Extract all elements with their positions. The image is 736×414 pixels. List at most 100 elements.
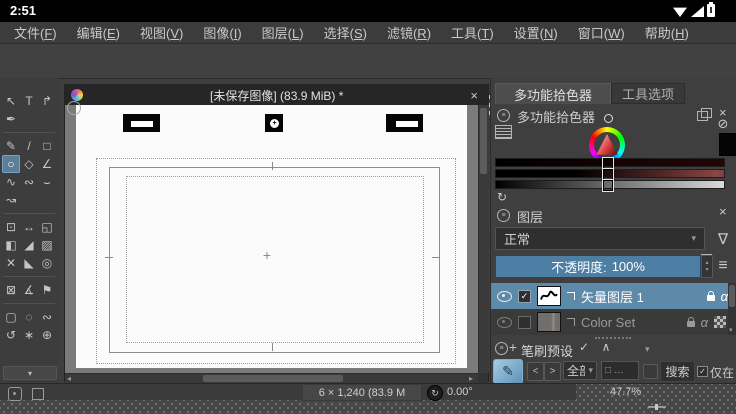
menu-item-7[interactable]: 滤镜(R) <box>377 23 441 42</box>
value-slider-handle[interactable] <box>602 179 614 192</box>
selection-status-icon[interactable] <box>8 387 22 401</box>
tool-fill[interactable]: ◣ <box>20 254 38 272</box>
tool-select-similar-color[interactable]: ∗ <box>20 326 38 344</box>
toolbox-scroll-down-button[interactable]: ▾ <box>3 366 57 380</box>
tool-gradient[interactable]: ◧ <box>2 236 20 254</box>
picker-docker-menu-icon[interactable]: ≡ <box>497 109 510 122</box>
tool-dynamic-brush[interactable]: ↝ <box>2 191 20 209</box>
tool-select-freehand[interactable]: ∾ <box>38 308 56 326</box>
handle-top[interactable] <box>272 162 273 170</box>
tool-colorize-mask[interactable]: ◎ <box>38 254 56 272</box>
layer-lock-icon[interactable] <box>687 321 695 327</box>
menu-item-11[interactable]: 帮助(H) <box>635 23 699 42</box>
hscroll-thumb[interactable] <box>203 375 343 382</box>
tool-measure[interactable]: ∡ <box>20 281 38 299</box>
zoom-value[interactable]: 47.7% <box>610 386 641 398</box>
picker-settings-icon[interactable] <box>495 125 512 139</box>
zoom-slider-icon[interactable] <box>648 406 666 412</box>
rotation-value[interactable]: 0.00° <box>447 386 473 398</box>
document-close-button[interactable]: × <box>470 89 478 102</box>
alpha-lock-icon[interactable]: α <box>701 315 708 330</box>
vscroll-thumb[interactable] <box>480 108 487 174</box>
layer-visibility-eye-icon[interactable] <box>497 291 512 302</box>
layer-select-checkbox[interactable]: ✓ <box>518 290 531 303</box>
duplicate-layer-check-icon[interactable]: ✓ <box>577 339 591 355</box>
tool-color-sampler[interactable]: ◢ <box>20 236 38 254</box>
tool-select-shapes[interactable]: ↖ <box>2 92 20 110</box>
layers-docker-menu-icon[interactable]: ≡ <box>497 209 510 222</box>
tool-polyline[interactable]: ∠ <box>38 155 56 173</box>
tool-ellipse[interactable]: ○ <box>2 155 20 173</box>
menu-item-3[interactable]: 视图(V) <box>130 23 193 42</box>
menu-item-4[interactable]: 图像(I) <box>193 23 251 42</box>
picker-refresh-icon[interactable]: ↻ <box>495 190 509 204</box>
layer-properties-hamburger-icon[interactable]: ≡ <box>715 258 731 274</box>
tool-move[interactable]: ↔ <box>20 218 38 236</box>
layer-thumbnail[interactable] <box>537 286 561 306</box>
menu-item-6[interactable]: 选择(S) <box>314 23 377 42</box>
properties-dropdown-icon[interactable]: ▾ <box>645 344 650 355</box>
layer-opacity-spinner[interactable]: ▴ ▾ <box>701 255 713 278</box>
layer-name[interactable]: Color Set <box>581 315 681 330</box>
menu-item-8[interactable]: 工具(T) <box>441 23 504 42</box>
tool-freehand-path[interactable]: ∾ <box>20 173 38 191</box>
document-titlebar[interactable]: [未保存图像] (83.9 MiB) * × <box>65 85 488 105</box>
tab-tool-options[interactable]: 工具选项 <box>611 83 685 104</box>
tool-edit-shapes[interactable]: ↱ <box>38 92 56 110</box>
spin-down-icon[interactable]: ▾ <box>705 267 708 274</box>
tool-bezier-curve[interactable]: ∿ <box>2 173 20 191</box>
current-brush-preset-button[interactable]: ✎ <box>493 359 523 384</box>
add-layer-button[interactable]: + <box>506 339 520 355</box>
tool-line[interactable]: / <box>20 137 38 155</box>
tool-select-elliptical[interactable]: ◌ <box>20 308 38 326</box>
tool-assistants[interactable]: ⊠ <box>2 281 20 299</box>
tab-advanced-color-selector[interactable]: 多功能拾色器 <box>495 83 611 104</box>
tool-rectangle[interactable]: □ <box>38 137 56 155</box>
handle-bottom[interactable] <box>272 343 273 351</box>
no-color-icon[interactable]: ⊘ <box>715 116 731 132</box>
canvas-mode-icon[interactable] <box>32 388 44 400</box>
canvas-vscrollbar[interactable] <box>478 105 489 373</box>
next-preset-button[interactable]: > <box>544 362 561 381</box>
handle-right[interactable] <box>432 257 440 258</box>
layer-row-2[interactable]: Color Set α <box>491 309 728 335</box>
tool-text[interactable]: T <box>20 92 38 110</box>
menu-item-2[interactable]: 编辑(E) <box>67 23 130 42</box>
layer-row-1[interactable]: ✓ 矢量图层 1 α <box>491 283 728 309</box>
layer-select-checkbox[interactable] <box>518 316 531 329</box>
menu-item-10[interactable]: 窗口(W) <box>568 23 635 42</box>
layer-list-scrollbar[interactable]: ▾ <box>728 283 736 335</box>
tool-multibrush[interactable]: ✕ <box>2 254 20 272</box>
tool-freehand-brush[interactable]: ✎ <box>2 137 20 155</box>
layer-filter-funnel-icon[interactable]: ∇ <box>713 227 733 250</box>
tool-pattern-edit[interactable]: ▨ <box>38 236 56 254</box>
layer-thumbnail[interactable] <box>537 312 561 332</box>
tool-crop[interactable]: ◱ <box>38 218 56 236</box>
tool-transform[interactable]: ⊡ <box>2 218 20 236</box>
search-button[interactable]: 搜索 <box>660 361 695 382</box>
move-layer-up-icon[interactable]: ∧ <box>599 339 613 355</box>
menu-item-5[interactable]: 图层(L) <box>252 23 314 42</box>
layer-name[interactable]: 矢量图层 1 <box>581 287 701 306</box>
tag-filter-select[interactable]: 全部 ▾ <box>563 361 597 380</box>
tool-reference-images[interactable]: ⚑ <box>38 281 56 299</box>
tool-select-rectangular[interactable]: ▢ <box>2 308 20 326</box>
tool-select-polygonal[interactable]: ↺ <box>2 326 20 344</box>
menu-item-9[interactable]: 设置(N) <box>504 23 568 42</box>
alpha-lock-icon[interactable]: α <box>721 289 728 304</box>
filter-checkbox[interactable]: ✓ <box>697 366 708 377</box>
layer-blending-mode-select[interactable]: 正常 ▾ <box>495 227 705 250</box>
layer-scroll-down-icon[interactable]: ▾ <box>729 326 733 336</box>
spin-up-icon[interactable]: ▴ <box>705 260 708 267</box>
canvas-rotation-icon[interactable]: ↻ <box>427 385 443 401</box>
layer-opacity-slider[interactable]: 不透明度: 100% <box>495 255 701 278</box>
hue-handle[interactable] <box>604 114 613 123</box>
layer-lock-icon[interactable] <box>707 295 715 301</box>
preset-search-input[interactable] <box>601 361 639 380</box>
inherit-alpha-checker-icon[interactable] <box>714 316 726 328</box>
previous-preset-button[interactable]: < <box>527 362 544 381</box>
search-option-icon[interactable] <box>643 364 658 379</box>
tool-polygon[interactable]: ◇ <box>20 155 38 173</box>
tool-zoom[interactable]: ⊕ <box>38 326 56 344</box>
layer-visibility-eye-icon[interactable] <box>497 317 512 328</box>
